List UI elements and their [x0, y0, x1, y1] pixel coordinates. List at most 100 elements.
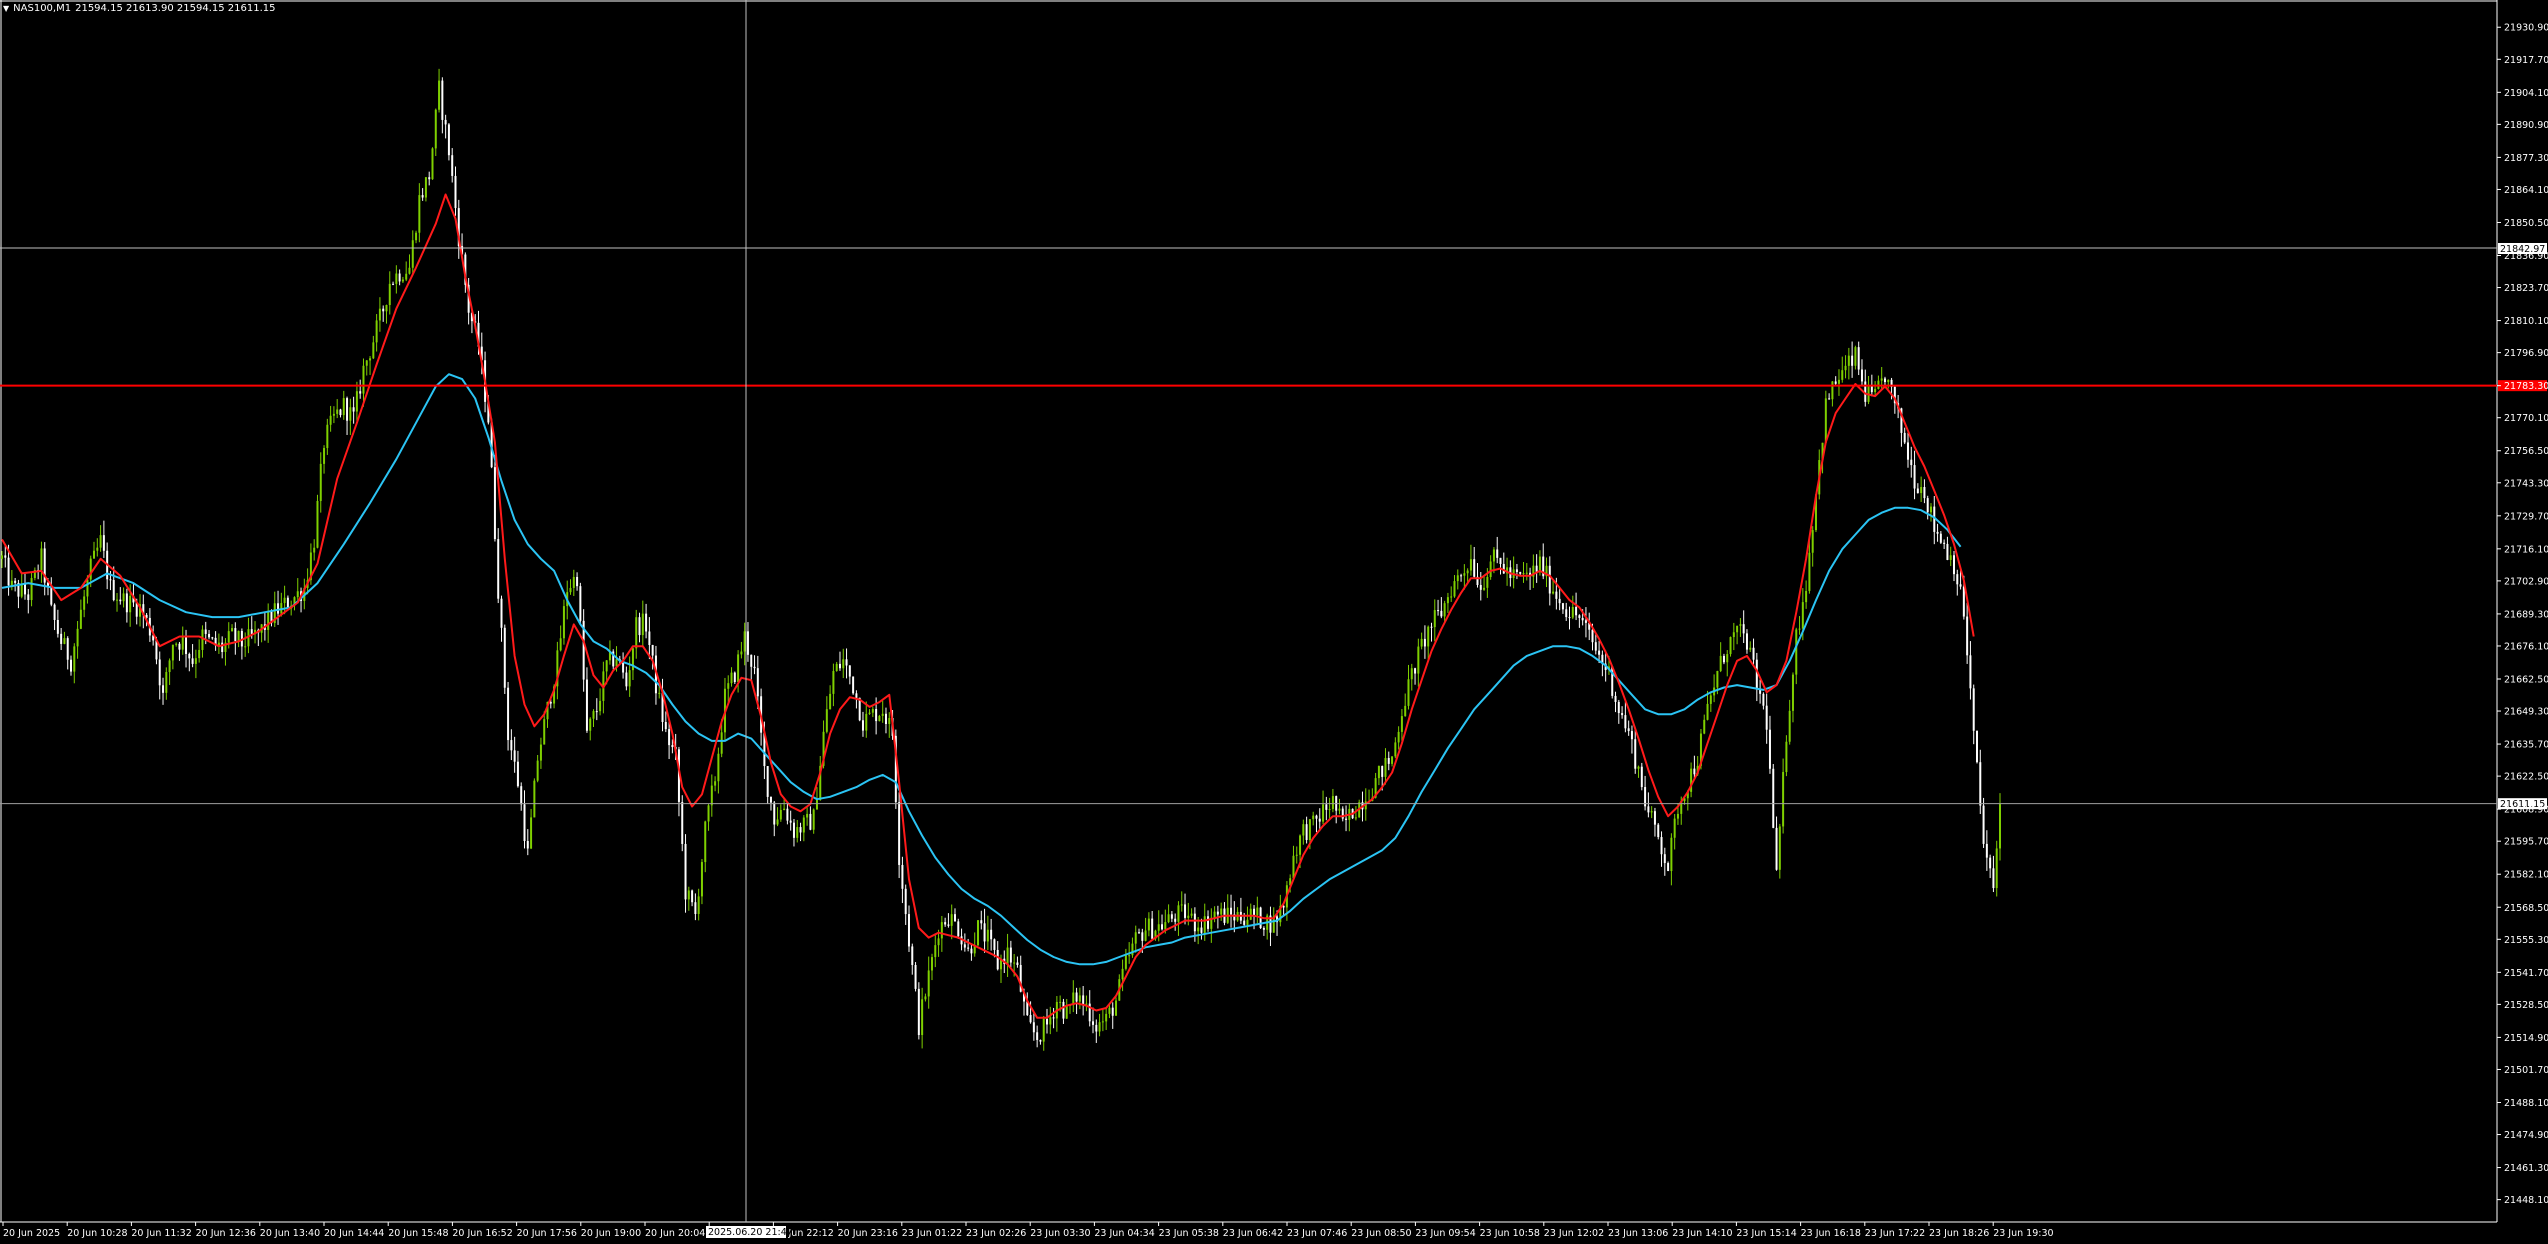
candle-body [507, 687, 510, 741]
candle-body [1062, 1001, 1065, 1019]
candle-body [296, 591, 299, 598]
price-tick-label: 21796.90 [2504, 348, 2548, 359]
candle-body [171, 644, 174, 661]
candle-body [664, 722, 667, 730]
candle-body [158, 659, 161, 686]
candle-body [1115, 1000, 1118, 1016]
price-tick-label: 21595.70 [2504, 837, 2548, 848]
candle-body [1082, 995, 1085, 1005]
candle-body [70, 659, 73, 672]
candle-body [1594, 642, 1597, 651]
candle-body [1197, 927, 1200, 932]
candle-body [165, 672, 168, 693]
candle-body [750, 654, 753, 667]
candle-body [1982, 805, 1985, 844]
candle-body [530, 817, 533, 849]
candle-body [283, 597, 286, 604]
candle-body [352, 407, 355, 412]
candle-body [1338, 808, 1341, 811]
candle-body [1466, 570, 1469, 574]
candle-body [884, 713, 887, 725]
candle-body [1716, 670, 1719, 688]
candle-body [1847, 355, 1850, 366]
candle-body [1584, 620, 1587, 623]
candle-body [418, 195, 421, 233]
candle-body [1187, 915, 1190, 918]
candle-body [1824, 398, 1827, 443]
candle-body [112, 580, 115, 601]
candle-body [1207, 916, 1210, 929]
price-tick-label: 21528.50 [2504, 1000, 2548, 1011]
candle-body [73, 646, 76, 672]
candle-body [1952, 555, 1955, 575]
price-tick-label: 21501.70 [2504, 1065, 2548, 1076]
candle-body [832, 671, 835, 694]
candle-body [861, 720, 864, 731]
candle-body [1138, 932, 1141, 934]
candle-body [7, 557, 10, 586]
candle-body [398, 273, 401, 282]
price-tick-label: 21582.10 [2504, 870, 2548, 881]
candle-body [1174, 918, 1177, 922]
price-chart[interactable]: 21783.30 21611.15 21842.97 21930.9021917… [0, 0, 2548, 1244]
candle-body [904, 888, 907, 915]
candle-body [365, 360, 368, 366]
candle-body [401, 279, 404, 282]
candle-body [188, 653, 191, 659]
candle-body [1473, 559, 1476, 577]
candle-body [976, 920, 979, 946]
candle-body [1805, 590, 1808, 603]
candle-body [1995, 848, 1998, 889]
candle-body [1578, 615, 1581, 618]
candle-body [559, 638, 562, 651]
candle-body [1177, 905, 1180, 922]
candle-body [1325, 804, 1328, 810]
candle-body [898, 802, 901, 865]
candle-body [1180, 904, 1183, 906]
time-tick-label: 20 Jun 14:44 [324, 1228, 384, 1239]
candle-body [911, 946, 914, 965]
price-tick-label: 21568.50 [2504, 903, 2548, 914]
candle-body [865, 713, 868, 731]
candle-body [191, 658, 194, 664]
candle-body [980, 920, 983, 924]
candle-body [927, 970, 930, 997]
candle-body [332, 413, 335, 416]
chart-header: ▼ NAS100,M1 21594.15 21613.90 21594.15 2… [3, 3, 276, 14]
candle-body [543, 719, 546, 745]
candle-body [1450, 596, 1453, 598]
candle-body [947, 924, 950, 926]
candle-body [1729, 637, 1732, 655]
candle-body [1565, 609, 1568, 618]
candle-body [1391, 756, 1394, 764]
candle-body [1736, 625, 1739, 633]
candle-body [1193, 913, 1196, 932]
candle-body [1075, 992, 1078, 1002]
candle-body [1483, 587, 1486, 590]
candle-body [812, 809, 815, 830]
candle-body [1883, 378, 1886, 383]
candle-body [1305, 824, 1308, 840]
candle-body [743, 631, 746, 652]
candle-body [201, 629, 204, 650]
candle-body [1394, 742, 1397, 757]
time-tick-label: 23 Jun 10:58 [1480, 1228, 1540, 1239]
candle-body [562, 606, 565, 639]
price-tick-label: 21823.70 [2504, 283, 2548, 294]
time-tick-label: 20 Jun 15:48 [388, 1228, 448, 1239]
candle-body [1657, 824, 1660, 838]
candle-body [1479, 584, 1482, 590]
price-tick-label: 21474.90 [2504, 1130, 2548, 1141]
candle-body [185, 636, 188, 654]
candle-body [1161, 924, 1164, 930]
candle-body [1065, 1005, 1068, 1019]
symbol-label: NAS100,M1 [13, 3, 72, 14]
triangle-down-icon[interactable]: ▼ [3, 4, 9, 13]
candle-body [671, 745, 674, 748]
candle-body [963, 944, 966, 948]
candle-body [1749, 647, 1752, 650]
candle-body [786, 808, 789, 821]
candle-body [1032, 1022, 1035, 1033]
candle-body [1828, 398, 1831, 400]
candle-body [162, 685, 165, 693]
